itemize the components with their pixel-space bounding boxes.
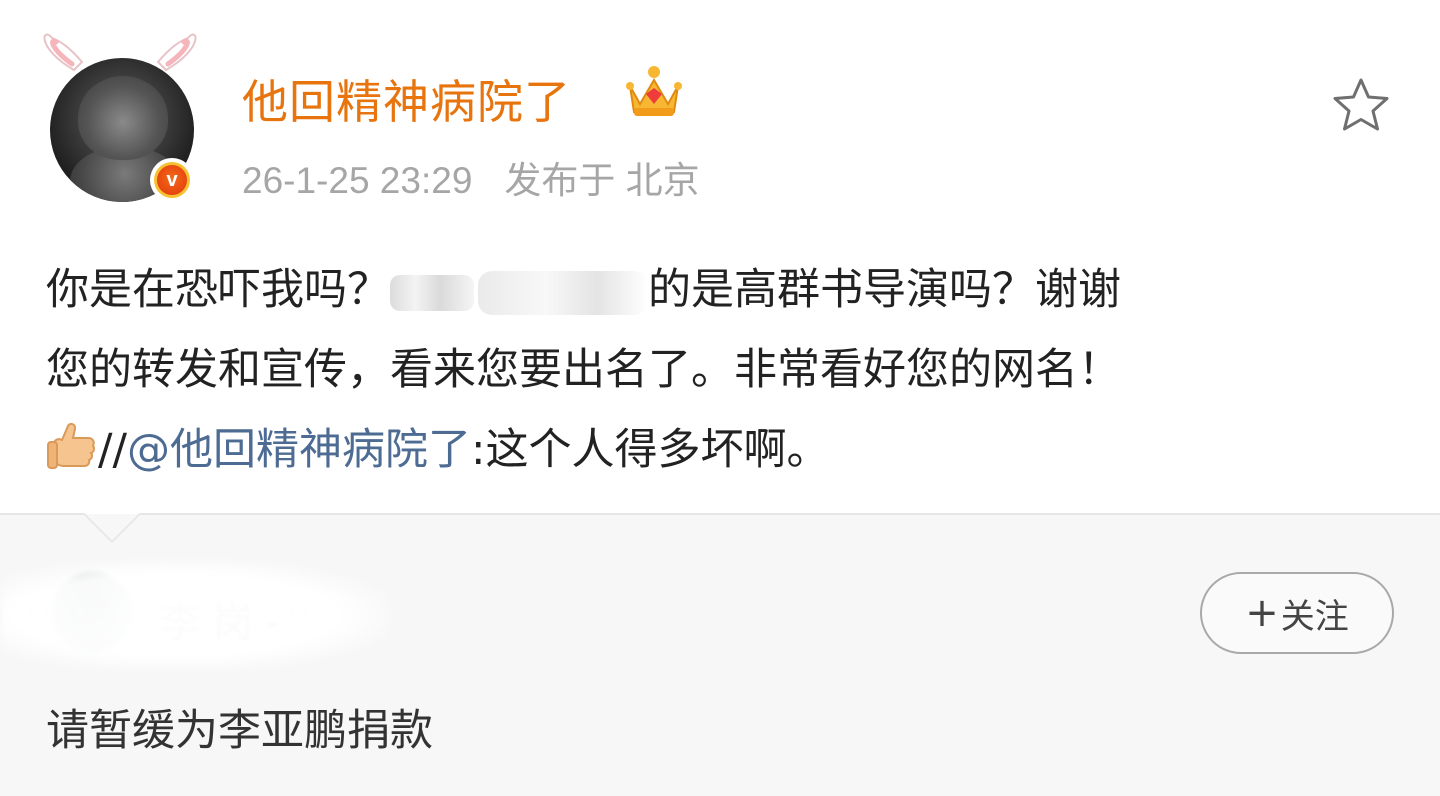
post-text: :这个人得多坏啊。 <box>470 425 830 475</box>
post-meta: 26-1-25 23:29 发布于 北京 <box>242 150 700 204</box>
follow-label: 关注 <box>1280 596 1349 637</box>
retweet-text: 请暂缓为李亚鹏捐款 <box>46 706 433 756</box>
dog-head <box>78 76 168 160</box>
redacted-mention <box>390 274 474 311</box>
post-text: 的是高群书导演吗？谢谢 <box>648 265 1121 315</box>
redaction-smear <box>0 560 390 670</box>
v-badge-letter: v <box>154 162 190 198</box>
post-location: 发布于 北京 <box>504 160 700 201</box>
author-username[interactable]: 他回精神病院了 <box>242 66 571 132</box>
post-text: 你是在恐吓我吗？ <box>46 265 390 315</box>
follow-button[interactable]: + 关注 <box>1200 572 1394 654</box>
author-avatar-group[interactable]: v <box>36 30 204 210</box>
repost-separator: // <box>98 425 127 475</box>
section-divider <box>0 513 1440 546</box>
mention-link[interactable]: @他回精神病院了 <box>127 425 471 475</box>
star-icon[interactable] <box>1330 76 1392 136</box>
thumbs-up-icon <box>47 422 96 469</box>
post-line-3: //@他回精神病院了:这个人得多坏啊。 <box>46 408 1366 488</box>
plus-icon: + <box>1245 590 1279 636</box>
post-timestamp: 26-1-25 23:29 <box>242 160 473 201</box>
post-line-1: 你是在恐吓我吗？ 的是高群书导演吗？谢谢 <box>46 248 1366 328</box>
post-line-2: 您的转发和宣传，看来您要出名了。非常看好您的网名！ <box>46 328 1366 408</box>
post-text: 您的转发和宣传，看来您要出名了。非常看好您的网名！ <box>46 345 1121 395</box>
v-badge-icon: v <box>150 158 194 202</box>
post-content: 你是在恐吓我吗？ 的是高群书导演吗？谢谢 您的转发和宣传，看来您要出名了。非常看好… <box>46 248 1366 488</box>
weibo-post-screen: v 他回精神病院了 26-1-25 23:29 发布于 北京 你是在恐吓我吗？ 的是… <box>0 0 1440 796</box>
crown-icon <box>626 66 682 116</box>
redacted-name <box>478 270 648 315</box>
